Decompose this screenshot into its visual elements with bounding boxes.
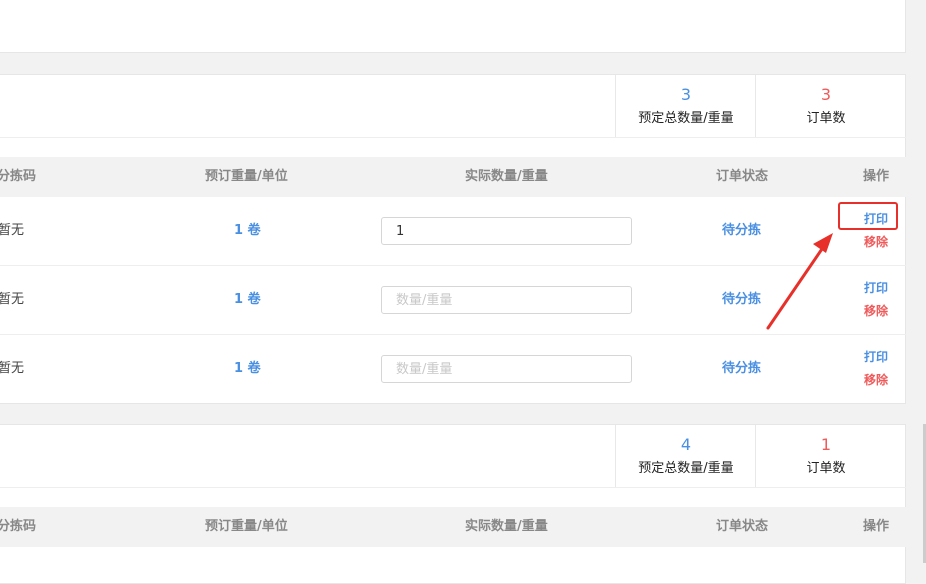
column-header-actual: 实际数量/重量 (465, 519, 548, 534)
order-status: 待分拣 (722, 223, 762, 238)
booked-quantity: 1 卷 (234, 223, 261, 238)
group-summary: 3 预定总数量/重量 3 订单数 (0, 75, 906, 138)
column-header-actions: 操作 (863, 519, 890, 534)
booked-quantity: 1 卷 (234, 361, 261, 376)
total-quantity-value: 4 (680, 435, 692, 454)
column-header-booked: 预订重量/单位 (205, 519, 288, 534)
remove-button[interactable]: 移除 (864, 234, 888, 250)
group-summary: 4 预定总数量/重量 1 订单数 (0, 425, 906, 488)
total-quantity-value: 3 (680, 85, 692, 104)
order-count-label: 订单数 (806, 111, 846, 126)
order-count-label: 订单数 (806, 461, 846, 476)
column-header-actual: 实际数量/重量 (465, 169, 548, 184)
print-button[interactable]: 打印 (864, 349, 888, 365)
booked-quantity: 1 卷 (234, 292, 261, 307)
column-header-sort-code: 分拣码 (0, 169, 37, 184)
sort-code: 暂无 (0, 223, 25, 238)
actual-quantity-input[interactable] (381, 355, 632, 383)
remove-button[interactable]: 移除 (864, 303, 888, 319)
total-quantity-label: 预定总数量/重量 (638, 111, 734, 126)
sorting-group-2: 4 预定总数量/重量 1 订单数 分拣码 预订重量/单位 实际数量/重量 订单状… (0, 424, 906, 584)
table-header: 分拣码 预订重量/单位 实际数量/重量 订单状态 操作 (0, 507, 906, 547)
column-header-actions: 操作 (863, 169, 890, 184)
sort-code: 暂无 (0, 292, 25, 307)
order-status: 待分拣 (722, 361, 762, 376)
order-count-value: 1 (820, 435, 832, 454)
print-button[interactable]: 打印 (864, 211, 888, 227)
total-quantity-stat: 4 预定总数量/重量 (615, 425, 756, 487)
order-count-stat: 3 订单数 (755, 75, 896, 137)
column-header-status: 订单状态 (716, 519, 769, 534)
sorting-group-1: 3 预定总数量/重量 3 订单数 分拣码 预订重量/单位 实际数量/重量 订单状… (0, 74, 906, 404)
print-button[interactable]: 打印 (864, 280, 888, 296)
total-quantity-stat: 3 预定总数量/重量 (615, 75, 756, 137)
top-panel (0, 0, 906, 53)
table-row: 暂无 1 卷 待分拣 打印 移除 (0, 266, 906, 335)
column-header-booked: 预订重量/单位 (205, 169, 288, 184)
order-count-stat: 1 订单数 (755, 425, 896, 487)
column-header-status: 订单状态 (716, 169, 769, 184)
order-status: 待分拣 (722, 292, 762, 307)
actual-quantity-input[interactable] (381, 286, 632, 314)
sort-code: 暂无 (0, 361, 25, 376)
table-header: 分拣码 预订重量/单位 实际数量/重量 订单状态 操作 (0, 157, 906, 197)
table-row: 暂无 1 卷 待分拣 打印 移除 (0, 335, 906, 404)
total-quantity-label: 预定总数量/重量 (638, 461, 734, 476)
actual-quantity-input[interactable] (381, 217, 632, 245)
remove-button[interactable]: 移除 (864, 372, 888, 388)
column-header-sort-code: 分拣码 (0, 519, 37, 534)
table-row: 暂无 1 卷 待分拣 打印 移除 (0, 197, 906, 266)
order-count-value: 3 (820, 85, 832, 104)
